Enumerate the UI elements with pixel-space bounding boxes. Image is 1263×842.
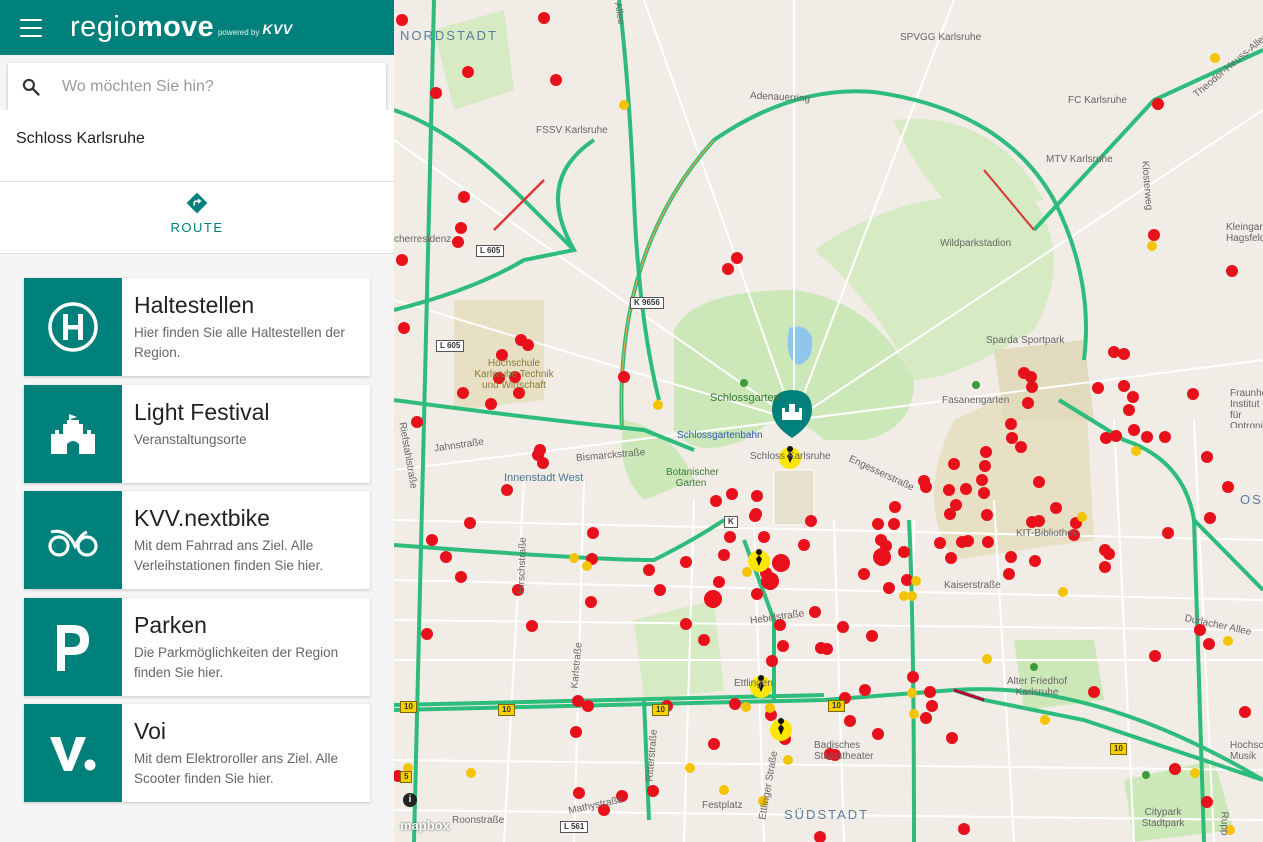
card-title: Voi xyxy=(134,718,166,744)
place-title: Schloss Karlsruhe xyxy=(16,130,145,147)
poi-label: Botanischer Garten xyxy=(666,467,719,489)
search-box xyxy=(8,63,386,110)
card-title: KVV.nextbike xyxy=(134,505,270,531)
road-badge: K xyxy=(724,516,738,528)
area-label: Innenstadt West xyxy=(504,472,584,484)
road-congested xyxy=(493,179,545,231)
highway-badge: 5 xyxy=(400,771,413,783)
card-light-festival[interactable]: Light Festival Veranstaltungsorte xyxy=(24,384,370,483)
campus-east xyxy=(994,340,1094,420)
card-description: Die Parkmöglichkeiten der Region finden … xyxy=(134,644,339,680)
poi-label: Hochschule Musik xyxy=(1230,740,1263,762)
bike-station-markers[interactable] xyxy=(403,53,1235,835)
mapbox-logo[interactable]: mapbox xyxy=(400,818,450,833)
street-label: Kaiserstraße xyxy=(944,580,1001,591)
card-voi[interactable]: Voi Mit dem Elektroroller ans Ziel. Alle… xyxy=(24,704,370,802)
divider xyxy=(0,253,394,254)
poi-label: Fraunhofer-Institut für Optronik, System… xyxy=(1230,388,1263,428)
poi-label: Schloss Karlsruhe xyxy=(750,451,831,462)
poi-label: Sparda Sportpark xyxy=(986,335,1065,346)
park-friedhof xyxy=(1014,640,1104,710)
poi-label: Hochschule Karlsruhe Technik und Wirtsch… xyxy=(474,358,554,391)
card-title: Haltestellen xyxy=(134,292,255,318)
road-congested xyxy=(953,688,985,702)
card-description: Hier finden Sie alle Haltestellen der Re… xyxy=(134,325,345,360)
search-icon[interactable] xyxy=(8,77,54,97)
poi-label: FSSV Karlsruhe xyxy=(536,125,608,136)
voi-icon xyxy=(24,704,122,802)
card-title: Parken xyxy=(134,611,207,638)
route-button[interactable]: ROUTE xyxy=(147,192,247,244)
district-label: NORDSTADT xyxy=(400,28,498,43)
card-parken[interactable]: Parken Die Parkmöglichkeiten der Region … xyxy=(24,597,370,696)
highway-badge: 10 xyxy=(828,700,845,712)
poi-label: Fasanengarten xyxy=(942,395,1010,406)
district-label: SÜDSTADT xyxy=(784,807,870,822)
park-south-west xyxy=(634,600,724,700)
card-description: Veranstaltungsorte xyxy=(134,431,247,447)
highway-badge: 10 xyxy=(400,701,417,713)
poi-label: Alter Friedhof Karlsruhe xyxy=(1006,676,1068,698)
sidebar: regiomove powered by KVV Schloss Karlsru… xyxy=(0,0,394,842)
poi-label: FC Karlsruhe xyxy=(1068,95,1127,106)
app: regiomove powered by KVV Schloss Karlsru… xyxy=(0,0,1263,842)
brand-logo[interactable]: regio move powered by KVV xyxy=(70,11,293,44)
card-title: Light Festival xyxy=(134,398,270,425)
tree-icons xyxy=(740,379,1150,779)
road-badge: L 605 xyxy=(476,245,505,257)
highway-badge: 10 xyxy=(652,704,669,716)
poi-label: Ettlingen xyxy=(734,678,773,689)
road-badge: K 9656 xyxy=(630,297,664,309)
street-label: Roonstraße xyxy=(452,815,505,826)
card-haltestellen[interactable]: Haltestellen Hier finden Sie alle Haltes… xyxy=(24,278,370,376)
map-canvas[interactable] xyxy=(394,0,1263,842)
top-bar: regio move powered by KVV xyxy=(0,0,394,55)
poi-label: Badisches Staatstheater xyxy=(814,740,874,762)
poi-label: Schlossgartenbahn xyxy=(677,430,763,441)
poi-label: KIT-Bibliothek xyxy=(1016,528,1078,539)
castle-icon xyxy=(24,384,122,483)
highway-badge: 10 xyxy=(498,704,515,716)
road-badge: L 561 xyxy=(560,821,589,833)
road-badge: L 605 xyxy=(436,340,465,352)
divider xyxy=(0,181,394,182)
search-input[interactable] xyxy=(62,77,362,96)
directions-icon xyxy=(186,192,208,214)
category-list: Haltestellen Hier finden Sie alle Haltes… xyxy=(24,278,370,811)
info-icon[interactable]: i xyxy=(403,793,417,807)
poi-label: MTV Karlsruhe xyxy=(1046,154,1113,165)
hamburger-menu-icon[interactable] xyxy=(20,18,42,37)
district-label: OST xyxy=(1240,492,1263,507)
card-description: Mit dem Elektroroller ans Ziel. Alle Sco… xyxy=(134,751,339,786)
card-nextbike[interactable]: KVV.nextbike Mit dem Fahrrad ans Ziel. A… xyxy=(24,491,370,589)
map[interactable]: NORDSTADT SÜDSTADT OST Adenauerring FSSV… xyxy=(394,0,1263,842)
poi-label: Citypark Stadtpark xyxy=(1141,807,1185,829)
park-nord xyxy=(434,10,514,110)
poi-label: Schlossgarten xyxy=(710,392,780,404)
highway-badge: 10 xyxy=(1110,743,1127,755)
street-label: Hirschstraße xyxy=(515,536,529,595)
poi-label: Kleingarten Hagsfeld xyxy=(1226,222,1263,244)
poi-label: Festplatz xyxy=(702,800,743,811)
poi-label: cherresidenz xyxy=(394,234,452,245)
poi-label: Wildparkstadion xyxy=(940,238,1012,249)
bike-icon xyxy=(24,491,122,589)
poi-label: SPVGG Karlsruhe xyxy=(900,32,982,43)
street-label: Rupp xyxy=(1218,811,1230,836)
parking-icon xyxy=(24,597,122,696)
card-description: Mit dem Fahrrad ans Ziel. Alle Verleihst… xyxy=(134,538,324,573)
bus-stop-h-icon xyxy=(24,278,122,376)
route-label: ROUTE xyxy=(170,220,224,235)
park-north xyxy=(894,119,1044,210)
